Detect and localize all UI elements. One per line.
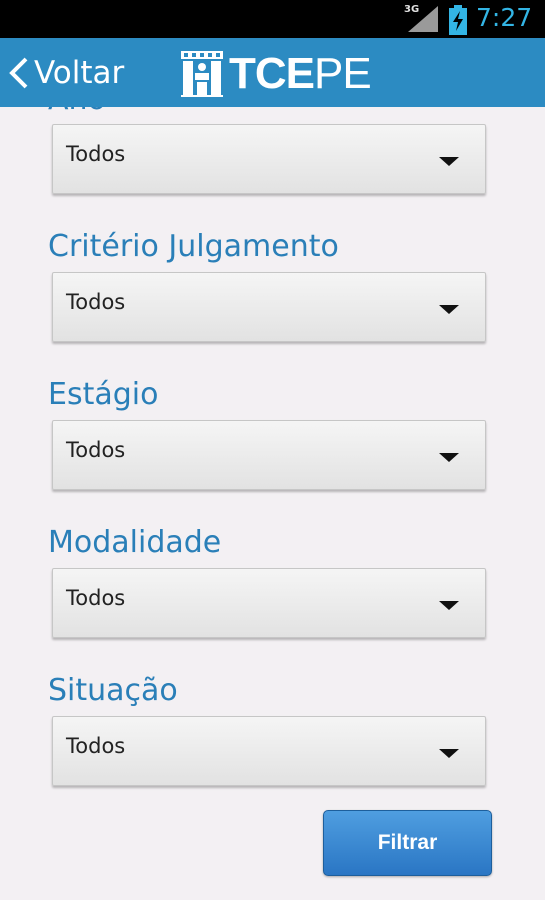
label-estagio: Estágio	[48, 377, 159, 412]
filter-form: Ano Todos Critério Julgamento Todos Está…	[0, 107, 545, 900]
dropdown-arrow-icon	[439, 157, 459, 166]
tcepe-logo-icon	[181, 51, 223, 97]
label-ano: Ano	[48, 107, 106, 117]
select-ano[interactable]: Todos	[52, 124, 486, 194]
dropdown-arrow-icon	[439, 453, 459, 462]
label-modalidade: Modalidade	[48, 525, 222, 560]
status-time: 7:27	[476, 3, 533, 32]
select-situacao[interactable]: Todos	[52, 716, 486, 786]
status-bar: 3G 7:27	[0, 0, 545, 38]
chevron-left-icon	[9, 57, 28, 88]
select-modalidade[interactable]: Todos	[52, 568, 486, 638]
select-value: Todos	[66, 290, 126, 314]
dropdown-arrow-icon	[439, 305, 459, 314]
back-label: Voltar	[34, 54, 125, 91]
filter-button[interactable]: Filtrar	[323, 810, 492, 876]
logo-text: TCEPE	[229, 49, 372, 99]
logo-text-bold: TCE	[229, 49, 315, 98]
label-criterio-julgamento: Critério Julgamento	[48, 229, 339, 264]
battery-charging-icon	[449, 5, 467, 35]
dropdown-arrow-icon	[439, 601, 459, 610]
app-bar: Voltar TCEPE	[0, 38, 545, 107]
select-criterio-julgamento[interactable]: Todos	[52, 272, 486, 342]
back-button[interactable]: Voltar	[6, 38, 124, 107]
select-value: Todos	[66, 734, 126, 758]
label-situacao: Situação	[48, 673, 178, 708]
dropdown-arrow-icon	[439, 749, 459, 758]
tcepe-logo: TCEPE	[181, 49, 372, 99]
network-type: 3G	[404, 4, 420, 15]
select-value: Todos	[66, 586, 126, 610]
select-estagio[interactable]: Todos	[52, 420, 486, 490]
logo-text-thin: PE	[314, 49, 372, 98]
select-value: Todos	[66, 142, 126, 166]
select-value: Todos	[66, 438, 126, 462]
